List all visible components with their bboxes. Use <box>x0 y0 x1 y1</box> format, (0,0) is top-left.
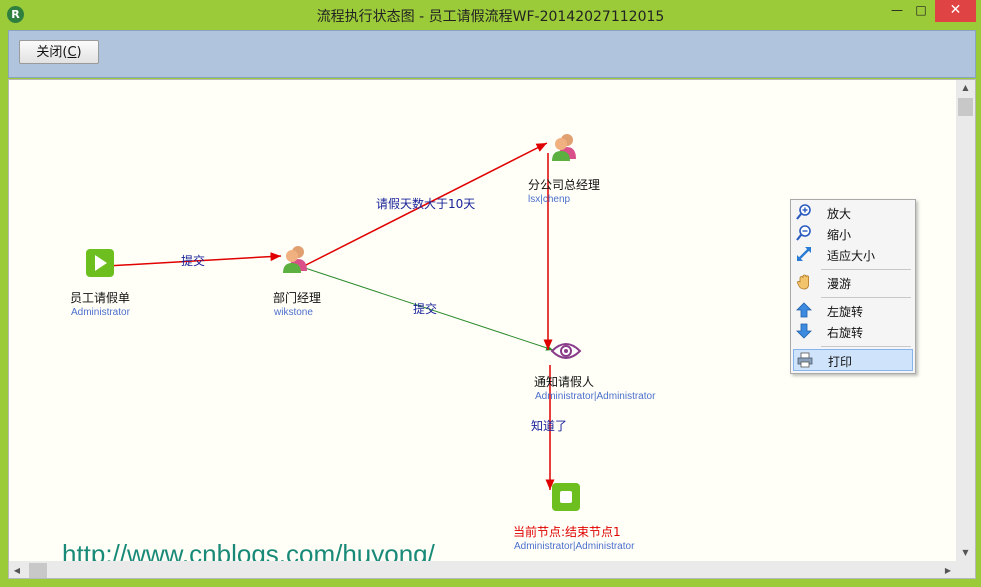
close-button-label-tail: ) <box>76 45 82 60</box>
node-dept-name: 部门经理 <box>273 291 322 305</box>
node-branch-user: lsx|chenp <box>528 194 571 205</box>
close-window-button[interactable]: ✕ <box>935 0 976 22</box>
node-start-name: 员工请假单 <box>70 291 131 305</box>
vertical-scroll-thumb[interactable] <box>958 98 973 116</box>
horizontal-scroll-thumb[interactable] <box>29 563 47 578</box>
menu-item-label: 放大 <box>827 207 852 221</box>
rotate-left-icon <box>796 302 812 318</box>
horizontal-scrollbar[interactable]: ◀ ▶ <box>9 561 956 578</box>
close-button-label: 关闭( <box>36 45 68 60</box>
menu-separator <box>821 269 911 270</box>
menu-item-label: 左旋转 <box>827 305 864 319</box>
menu-item-label: 适应大小 <box>827 249 876 263</box>
edge-label-acknowledged: 知道了 <box>531 419 568 433</box>
play-icon <box>86 249 114 277</box>
maximize-button[interactable]: □ <box>906 0 936 22</box>
close-button[interactable]: 关闭(C) <box>19 40 99 64</box>
hand-icon <box>796 274 809 290</box>
scroll-down-icon[interactable]: ▼ <box>956 545 975 561</box>
edge-label-over-10-days: 请假天数大于10天 <box>376 197 476 211</box>
node-notify-user: Administrator|Administrator <box>535 391 656 402</box>
scroll-right-icon[interactable]: ▶ <box>940 561 956 578</box>
fit-size-icon <box>797 247 811 261</box>
menu-separator <box>821 346 911 347</box>
menu-separator <box>821 297 911 298</box>
node-dept-user: wikstone <box>274 307 313 318</box>
eye-icon <box>550 343 582 359</box>
menu-item-fit-size[interactable]: 适应大小 <box>793 244 913 265</box>
node-start-user: Administrator <box>71 307 130 318</box>
menu-item-rotate-left[interactable]: 左旋转 <box>793 300 913 321</box>
node-notify-name: 通知请假人 <box>534 375 595 389</box>
scrollbar-corner <box>956 561 975 578</box>
scroll-left-icon[interactable]: ◀ <box>9 561 25 578</box>
node-branch-name: 分公司总经理 <box>528 178 601 192</box>
user-icon <box>552 134 576 161</box>
menu-item-zoom-out[interactable]: 缩小 <box>793 223 913 244</box>
app-window: R 流程执行状态图 - 员工请假流程WF-20142027112015 — □ … <box>0 0 981 587</box>
user-icon <box>283 246 307 273</box>
toolbar: 关闭(C) <box>8 30 976 78</box>
menu-item-label: 打印 <box>828 355 853 369</box>
menu-item-pan[interactable]: 漫游 <box>793 272 913 293</box>
zoom-in-icon <box>796 204 811 220</box>
print-icon <box>797 352 813 368</box>
stop-icon <box>552 483 580 511</box>
scroll-up-icon[interactable]: ▲ <box>956 80 975 96</box>
close-button-hotkey: C <box>67 45 77 60</box>
menu-item-label: 缩小 <box>827 228 852 242</box>
rotate-right-icon <box>796 323 812 339</box>
menu-item-print[interactable]: 打印 <box>793 349 913 371</box>
node-end-user: Administrator|Administrator <box>514 541 635 552</box>
menu-item-rotate-right[interactable]: 右旋转 <box>793 321 913 342</box>
window-title: 流程执行状态图 - 员工请假流程WF-20142027112015 <box>316 9 665 25</box>
context-menu: 放大 缩小 适应大小 漫游 左旋转 右旋转 打印 <box>790 199 916 374</box>
edge-label-submit-2: 提交 <box>413 302 438 316</box>
node-end-name: 当前节点:结束节点1 <box>513 525 621 539</box>
menu-item-zoom-in[interactable]: 放大 <box>793 202 913 223</box>
title-bar[interactable]: R 流程执行状态图 - 员工请假流程WF-20142027112015 — □ … <box>0 0 981 30</box>
menu-item-label: 右旋转 <box>827 326 864 340</box>
flow-canvas[interactable]: 员工请假单 Administrator 部门经理 wikstone 分公司总经理 <box>8 79 976 579</box>
menu-item-label: 漫游 <box>827 277 852 291</box>
vertical-scrollbar[interactable]: ▲ ▼ <box>956 80 975 561</box>
edge-label-submit-1: 提交 <box>181 254 206 268</box>
zoom-out-icon <box>796 225 811 241</box>
